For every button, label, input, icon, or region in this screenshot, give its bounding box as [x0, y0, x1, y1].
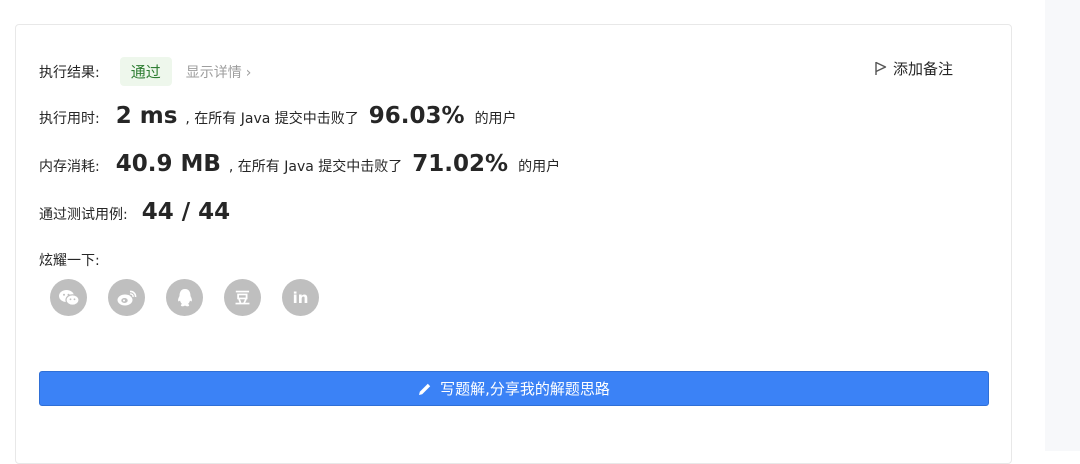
add-note-button[interactable]: 添加备注 — [874, 58, 953, 79]
memory-tail-text: 的用户 — [518, 159, 561, 175]
linkedin-icon[interactable]: in — [282, 279, 319, 316]
runtime-middle-text: , 在所有 Java 提交中击败了 — [185, 111, 359, 127]
result-label: 执行结果: — [39, 64, 100, 81]
write-solution-label: 写题解,分享我的解题思路 — [440, 380, 610, 398]
status-badge: 通过 — [119, 57, 172, 86]
memory-middle-text: , 在所有 Java 提交中击败了 — [228, 159, 403, 175]
add-note-label: 添加备注 — [893, 60, 954, 78]
memory-row: 内存消耗: 40.9 MB , 在所有 Java 提交中击败了 71.02% 的… — [39, 151, 560, 177]
qq-icon[interactable] — [166, 279, 203, 316]
tests-label: 通过测试用例: — [39, 207, 128, 223]
share-row: 炫耀一下: — [39, 250, 100, 270]
show-details-label: 显示详情 — [185, 64, 242, 81]
memory-label: 内存消耗: — [39, 159, 100, 175]
runtime-value: 2 ms — [115, 103, 178, 129]
wechat-icon[interactable] — [50, 279, 87, 316]
tests-row: 通过测试用例: 44 / 44 — [39, 199, 230, 225]
share-label: 炫耀一下: — [39, 253, 100, 269]
pencil-icon — [419, 383, 431, 395]
show-details-link[interactable]: 显示详情 › — [186, 62, 252, 82]
share-icons: 豆 in — [50, 279, 319, 316]
memory-percent: 71.02% — [412, 151, 509, 177]
runtime-row: 执行用时: 2 ms , 在所有 Java 提交中击败了 96.03% 的用户 — [39, 103, 517, 129]
tests-value: 44 / 44 — [141, 199, 231, 225]
flag-icon — [875, 61, 887, 75]
runtime-tail-text: 的用户 — [474, 111, 517, 127]
runtime-percent: 96.03% — [368, 103, 465, 129]
runtime-label: 执行用时: — [39, 111, 100, 127]
result-row: 执行结果: 通过 显示详情 › — [39, 57, 251, 86]
scrollbar-track[interactable] — [1045, 0, 1080, 451]
memory-value: 40.9 MB — [115, 151, 221, 177]
write-solution-button[interactable]: 写题解,分享我的解题思路 — [39, 371, 989, 406]
douban-icon[interactable]: 豆 — [224, 279, 261, 316]
weibo-icon[interactable] — [108, 279, 145, 316]
chevron-right-icon: › — [245, 64, 252, 81]
